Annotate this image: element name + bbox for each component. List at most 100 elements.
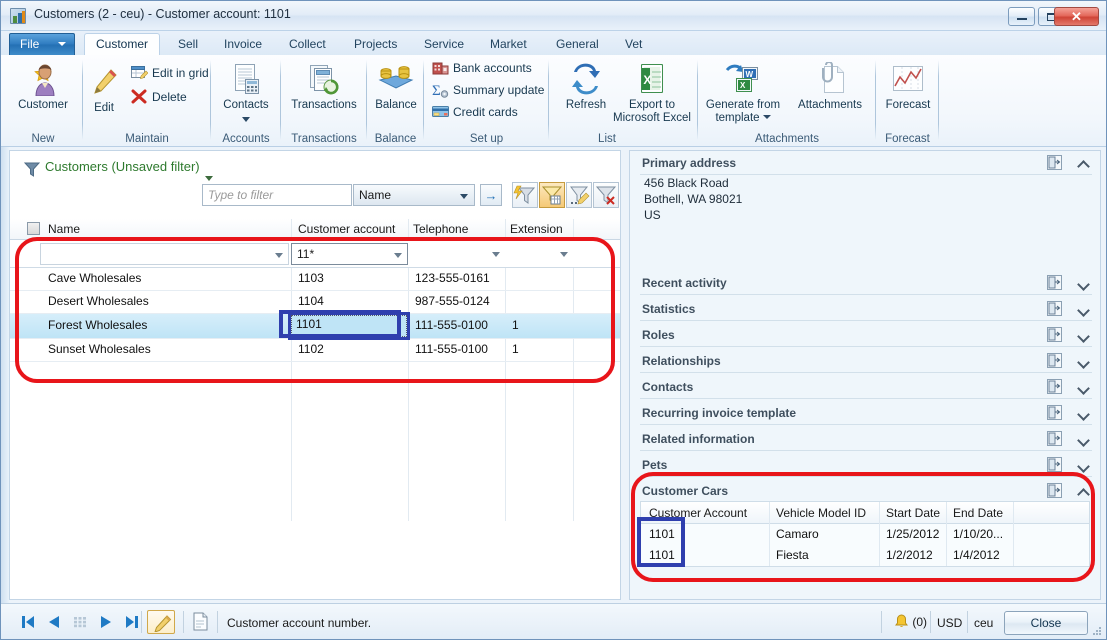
tab-sell[interactable]: Sell — [167, 33, 209, 56]
group-label-balance: Balance — [374, 133, 417, 145]
clipboard-icon[interactable] — [191, 611, 211, 633]
grid-view-icon[interactable] — [71, 613, 89, 631]
contacts-button[interactable]: Contacts — [209, 60, 283, 125]
open-in-new-window-icon[interactable] — [1047, 379, 1062, 394]
tab-customer[interactable]: Customer — [84, 33, 161, 56]
chevron-up-icon[interactable] — [1079, 487, 1088, 496]
first-record-button[interactable] — [19, 613, 37, 631]
chevron-down-icon[interactable] — [1079, 409, 1088, 418]
factbox-header-contacts[interactable]: Contacts — [630, 375, 1100, 399]
forecast-button[interactable]: Forecast — [871, 60, 945, 112]
chevron-down-icon[interactable] — [209, 111, 283, 125]
previous-record-button[interactable] — [45, 613, 63, 631]
attachments-button[interactable]: Attachments — [788, 60, 872, 112]
apply-filter-button[interactable]: → — [480, 184, 502, 206]
cc-column-account[interactable]: Customer Account — [649, 506, 747, 520]
alerts-indicator[interactable]: (0) — [894, 614, 927, 629]
factbox-header-recurring-invoice-template[interactable]: Recurring invoice template — [630, 401, 1100, 425]
transactions-button[interactable]: Transactions — [287, 60, 361, 112]
cc-column-start[interactable]: Start Date — [886, 506, 940, 520]
chevron-down-icon[interactable] — [762, 114, 771, 119]
tab-general[interactable]: General — [545, 33, 610, 56]
ribbon-group-maintain: Edit Edit in grid Delete Maintain — [83, 55, 211, 147]
advanced-filter-sort-button[interactable] — [512, 182, 538, 208]
filter-by-selection-button[interactable] — [566, 182, 592, 208]
select-all-checkbox[interactable] — [27, 222, 40, 235]
new-customer-button[interactable]: Customer — [6, 60, 80, 112]
factbox-header-pets[interactable]: Pets — [630, 453, 1100, 477]
cc-column-model[interactable]: Vehicle Model ID — [776, 506, 866, 520]
cell-extension: 1 — [512, 342, 519, 356]
tab-market[interactable]: Market — [479, 33, 538, 56]
minimize-button[interactable] — [1008, 7, 1035, 26]
open-in-new-window-icon[interactable] — [1047, 275, 1062, 290]
open-in-new-window-icon[interactable] — [1047, 155, 1062, 170]
generate-label-line2: template — [715, 112, 760, 124]
factbox-header-roles[interactable]: Roles — [630, 323, 1100, 347]
open-in-new-window-icon[interactable] — [1047, 431, 1062, 446]
open-in-new-window-icon[interactable] — [1047, 327, 1062, 342]
open-in-new-window-icon[interactable] — [1047, 457, 1062, 472]
last-record-button[interactable] — [123, 613, 141, 631]
chevron-down-icon — [58, 42, 66, 46]
factbox-header-customer-cars[interactable]: Customer Cars — [630, 479, 1100, 503]
column-header-telephone[interactable]: Telephone — [413, 222, 468, 236]
chevron-down-icon[interactable] — [1079, 305, 1088, 314]
open-in-new-window-icon[interactable] — [1047, 483, 1062, 498]
active-cell-customer-account[interactable]: 1101 — [288, 312, 410, 340]
delete-x-icon — [131, 89, 148, 106]
filter-by-grid-button[interactable] — [539, 182, 565, 208]
cc-column-end[interactable]: End Date — [953, 506, 1003, 520]
close-button[interactable]: Close — [1004, 611, 1088, 635]
edit-button[interactable]: Edit — [83, 63, 125, 115]
chevron-down-icon[interactable] — [205, 176, 214, 181]
table-row[interactable]: Desert Wholesales 1104 987-555-0124 — [10, 291, 620, 313]
chevron-down-icon[interactable] — [1079, 279, 1088, 288]
open-in-new-window-icon[interactable] — [1047, 405, 1062, 420]
customer-cars-row[interactable]: 1101 Fiesta 1/2/2012 1/4/2012 — [641, 545, 1089, 566]
chevron-up-icon[interactable] — [1079, 159, 1088, 168]
column-header-name[interactable]: Name — [48, 222, 80, 236]
column-header-extension[interactable]: Extension — [510, 222, 563, 236]
edit-record-toggle[interactable] — [147, 610, 175, 634]
open-in-new-window-icon[interactable] — [1047, 353, 1062, 368]
chevron-down-icon[interactable] — [1079, 435, 1088, 444]
factbox-header-primary-address[interactable]: Primary address — [630, 151, 1100, 175]
close-window-button[interactable]: ✕ — [1054, 7, 1099, 26]
tab-collect[interactable]: Collect — [278, 33, 337, 56]
chevron-down-icon[interactable] — [1079, 383, 1088, 392]
forecast-chart-icon — [871, 60, 945, 96]
chevron-down-icon[interactable] — [1079, 461, 1088, 470]
export-excel-label-line2: Microsoft Excel — [613, 112, 691, 124]
filter-cell-extension[interactable] — [505, 243, 573, 265]
filter-column-select[interactable]: Name — [353, 184, 475, 206]
filter-cell-name[interactable] — [40, 243, 289, 265]
open-in-new-window-icon[interactable] — [1047, 301, 1062, 316]
chevron-down-icon[interactable] — [1079, 331, 1088, 340]
balance-button[interactable]: Balance — [359, 60, 433, 112]
resize-grip[interactable] — [1092, 626, 1102, 636]
generate-from-template-button[interactable]: W X Generate from template — [700, 60, 786, 125]
column-header-account[interactable]: Customer account — [298, 222, 395, 236]
tab-vet[interactable]: Vet — [614, 33, 653, 56]
customer-cars-row[interactable]: 1101 Camaro 1/25/2012 1/10/20... — [641, 524, 1089, 545]
table-row[interactable]: Cave Wholesales 1103 123-555-0161 — [10, 268, 620, 290]
balance-scale-icon — [359, 60, 433, 96]
tab-projects[interactable]: Projects — [343, 33, 408, 56]
factbox-header-statistics[interactable]: Statistics — [630, 297, 1100, 321]
list-caption[interactable]: Customers (Unsaved filter) — [45, 159, 214, 181]
tab-service[interactable]: Service — [413, 33, 475, 56]
chevron-down-icon[interactable] — [1079, 357, 1088, 366]
clear-filter-button[interactable] — [593, 182, 619, 208]
factbox-header-relationships[interactable]: Relationships — [630, 349, 1100, 373]
quick-filter-input[interactable]: Type to filter — [202, 184, 352, 206]
filter-cell-account[interactable]: 11* — [291, 243, 408, 265]
factbox-header-related-information[interactable]: Related information — [630, 427, 1100, 451]
tab-invoice[interactable]: Invoice — [213, 33, 273, 56]
tab-file[interactable]: File — [9, 33, 75, 55]
next-record-button[interactable] — [97, 613, 115, 631]
table-row[interactable]: Sunset Wholesales 1102 111-555-0100 1 — [10, 339, 620, 361]
export-to-excel-button[interactable]: X Export to Microsoft Excel — [607, 60, 697, 125]
filter-cell-telephone[interactable] — [408, 243, 505, 265]
factbox-header-recent-activity[interactable]: Recent activity — [630, 271, 1100, 295]
